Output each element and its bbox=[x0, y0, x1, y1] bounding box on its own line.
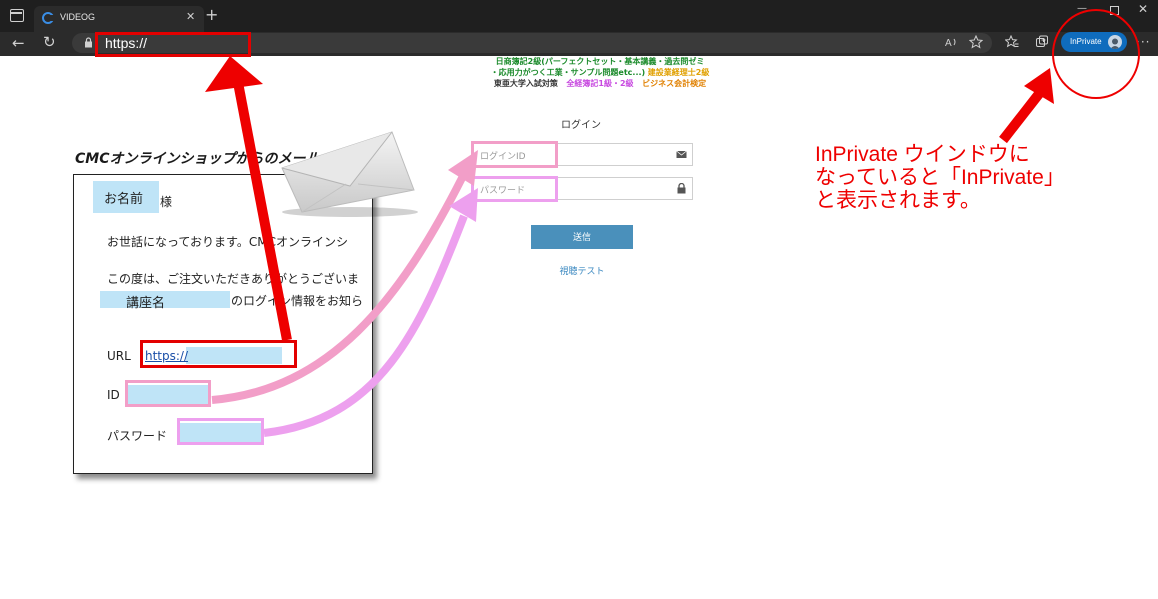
collections-icon[interactable] bbox=[1035, 35, 1049, 49]
view-test-link[interactable]: 視聴テスト bbox=[540, 264, 624, 277]
inprivate-badge[interactable]: InPrivate bbox=[1061, 32, 1127, 52]
mail-id-highlight-box bbox=[125, 380, 211, 407]
maximize-icon[interactable] bbox=[1110, 6, 1119, 15]
banner-link-zenkei[interactable]: 全経簿記1級・2級 bbox=[566, 79, 633, 88]
honorific-text: 様 bbox=[160, 195, 173, 209]
inprivate-arrow bbox=[999, 86, 1046, 144]
banner-link-toa[interactable]: 東亜大学入試対策 bbox=[494, 79, 558, 88]
submit-button[interactable]: 送信 bbox=[531, 225, 633, 249]
callout-line-1: InPrivate ウインドウに bbox=[815, 143, 1030, 166]
name-field-label: お名前 bbox=[104, 192, 144, 207]
favorites-icon[interactable] bbox=[1005, 35, 1019, 49]
callout-line-3: と表示されます。 bbox=[815, 189, 981, 212]
minimize-icon[interactable]: — bbox=[1077, 3, 1087, 14]
banner-line-1[interactable]: 日商簿記2級(パーフェクトセット・基本講義・過去問ゼミ bbox=[400, 56, 800, 67]
inprivate-label: InPrivate bbox=[1070, 37, 1102, 46]
new-tab-button[interactable]: + bbox=[205, 6, 218, 24]
close-window-icon[interactable]: ✕ bbox=[1138, 2, 1148, 16]
url-bar-highlight-box bbox=[95, 32, 251, 57]
lock-icon bbox=[677, 183, 686, 194]
more-options-icon[interactable]: ··· bbox=[1136, 35, 1150, 49]
url-arrow-head bbox=[205, 56, 263, 92]
back-button[interactable]: ← bbox=[12, 34, 25, 52]
banner-line-3: 東亜大学入試対策 全経簿記1級・2級 ビジネス会計検定 bbox=[400, 78, 800, 89]
avatar bbox=[1108, 35, 1122, 49]
lock-icon bbox=[85, 37, 92, 48]
mail-url-highlight-box bbox=[140, 340, 297, 368]
envelope-illustration-icon bbox=[281, 131, 418, 217]
browser-tab[interactable]: VIDEOG ✕ bbox=[34, 6, 204, 32]
tab-close-icon[interactable]: ✕ bbox=[186, 10, 195, 23]
banner-line-2: ・応用力がつく工業・サンプル問題etc...) 建設業経理士2級 bbox=[400, 67, 800, 78]
url-label: URL bbox=[107, 349, 131, 363]
id-label: ID bbox=[107, 388, 120, 402]
reload-button[interactable]: ↻ bbox=[43, 33, 56, 51]
banner-link-business[interactable]: ビジネス会計検定 bbox=[642, 79, 706, 88]
mail-login-info: のログイン情報をお知ら bbox=[231, 294, 364, 308]
password-field-highlight-box bbox=[471, 176, 558, 202]
callout-line-2: なっていると「InPrivate」 bbox=[815, 166, 1065, 189]
password-label: パスワード bbox=[107, 429, 168, 443]
mail-greeting: お世話になっております。CMCオンラインシ bbox=[107, 235, 348, 249]
envelope-icon bbox=[676, 150, 687, 158]
course-banner: 日商簿記2級(パーフェクトセット・基本講義・過去問ゼミ ・応用力がつく工業・サン… bbox=[400, 56, 800, 89]
svg-text:A: A bbox=[945, 38, 952, 49]
tab-actions-icon[interactable] bbox=[10, 9, 24, 22]
site-favicon-icon bbox=[42, 12, 54, 24]
tab-title: VIDEOG bbox=[60, 12, 96, 22]
banner-link-green[interactable]: ・応用力がつく工業・サンプル問題etc...) bbox=[491, 68, 646, 77]
login-id-highlight-box bbox=[471, 141, 558, 168]
read-aloud-icon[interactable]: A bbox=[944, 35, 958, 49]
browser-tab-bar: VIDEOG ✕ + — ✕ bbox=[0, 0, 1158, 32]
add-favorite-icon[interactable] bbox=[969, 35, 983, 49]
login-title: ログイン bbox=[561, 120, 601, 131]
inprivate-callout: InPrivate ウインドウに なっていると「InPrivate」 と表示され… bbox=[815, 143, 1065, 212]
course-field-label: 講座名 bbox=[126, 296, 166, 311]
inprivate-arrow-head bbox=[1024, 68, 1054, 104]
banner-link-orange[interactable]: 建設業経理士2級 bbox=[648, 68, 710, 77]
mail-password-highlight-box bbox=[177, 418, 264, 445]
mail-thanks: この度は、ご注文いただきありがとうございま bbox=[107, 272, 360, 286]
